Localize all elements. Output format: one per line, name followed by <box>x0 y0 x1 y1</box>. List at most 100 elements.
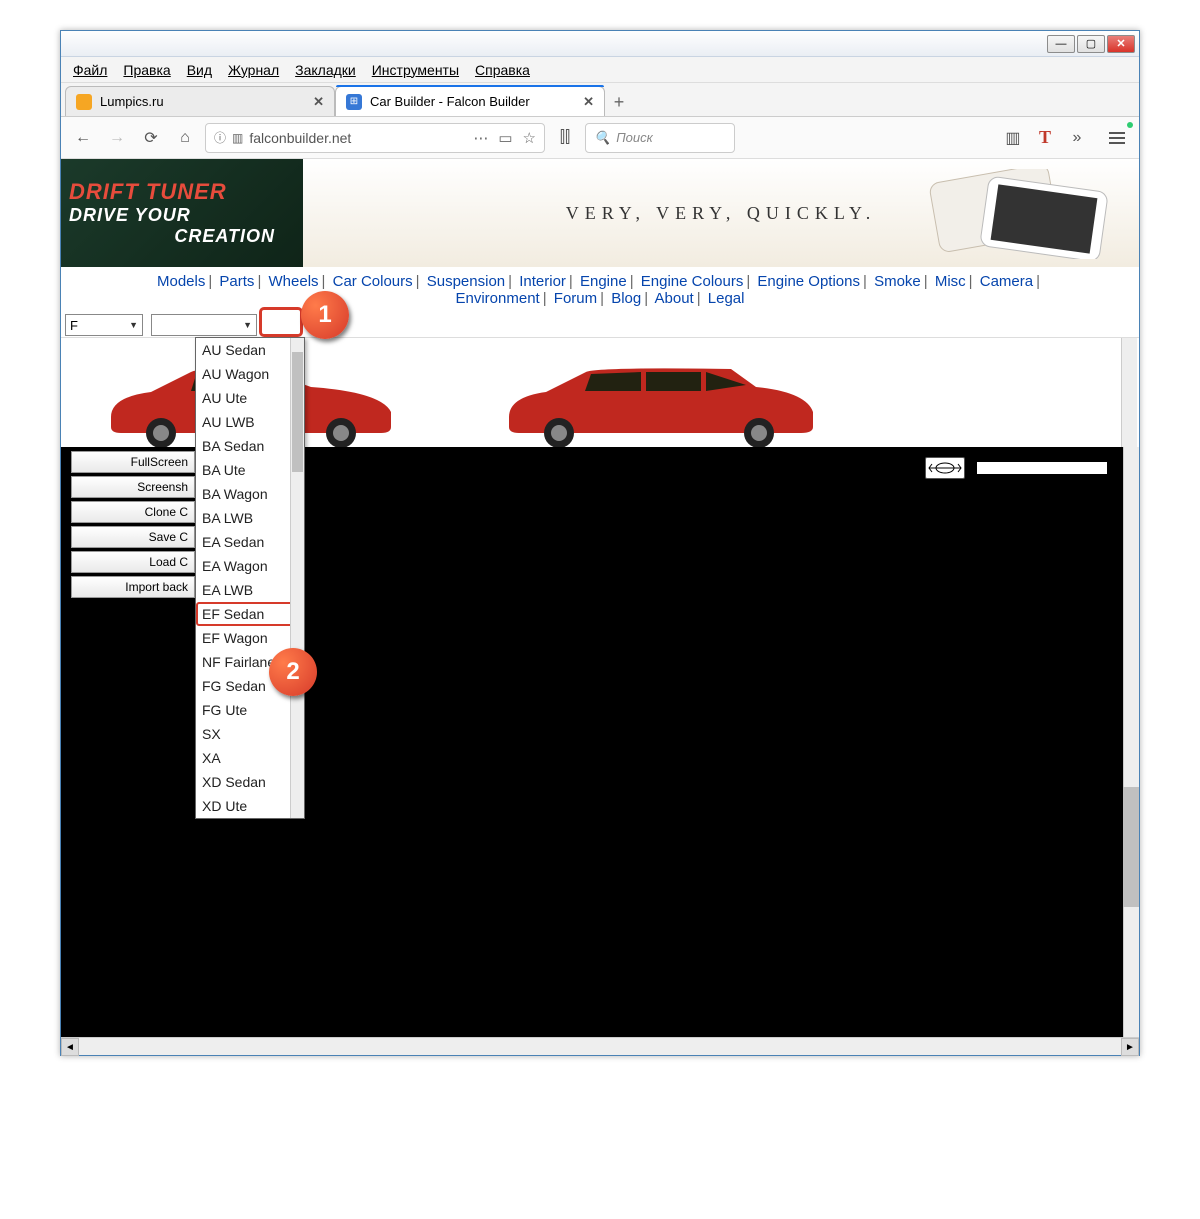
dropdown-item[interactable]: BA LWB <box>196 506 304 530</box>
dropdown-item[interactable]: XD Ute <box>196 794 304 818</box>
dropdown-scrollbar[interactable] <box>290 338 304 818</box>
tab-lumpics[interactable]: Lumpics.ru ✕ <box>65 86 335 116</box>
info-icon[interactable]: ⓘ <box>214 129 226 146</box>
link-about[interactable]: About <box>655 290 694 307</box>
link-engine-colours[interactable]: Engine Colours <box>641 273 744 290</box>
chevron-down-icon: ▼ <box>129 320 138 330</box>
scrollbar-thumb[interactable] <box>292 352 303 472</box>
link-car-colours[interactable]: Car Colours <box>333 273 413 290</box>
hamburger-menu-icon[interactable] <box>1103 124 1131 152</box>
tab-label: Lumpics.ru <box>100 94 164 109</box>
close-button[interactable]: ✕ <box>1107 35 1135 53</box>
save-button[interactable]: Save C <box>71 526 195 548</box>
dropdown-item[interactable]: EA Wagon <box>196 554 304 578</box>
favicon-lumpics <box>76 94 92 110</box>
tab-falconbuilder[interactable]: ⊞ Car Builder - Falcon Builder ✕ <box>335 86 605 116</box>
dropdown-item[interactable]: XA <box>196 746 304 770</box>
dropdown-item[interactable]: EF Wagon <box>196 626 304 650</box>
search-box[interactable]: 🔍 Поиск <box>585 123 735 153</box>
horizontal-scrollbar[interactable]: ◄ ► <box>61 1037 1139 1055</box>
callout-badge-1: 1 <box>301 291 349 339</box>
tab-label: Car Builder - Falcon Builder <box>370 94 530 109</box>
minimize-button[interactable]: — <box>1047 35 1075 53</box>
home-button[interactable]: ⌂ <box>171 124 199 152</box>
sidebar-icon[interactable]: ▥ <box>999 124 1027 152</box>
logo-line-2: DRIVE YOUR <box>69 205 295 226</box>
reader-icon[interactable]: ▭ <box>498 129 512 147</box>
link-suspension[interactable]: Suspension <box>427 273 505 290</box>
scroll-left-button[interactable]: ◄ <box>61 1038 79 1056</box>
car-width-icon[interactable] <box>925 457 965 479</box>
dropdown-item[interactable]: XD Sedan <box>196 770 304 794</box>
link-environment[interactable]: Environment <box>456 290 540 307</box>
link-smoke[interactable]: Smoke <box>874 273 921 290</box>
new-tab-button[interactable]: + <box>605 88 633 116</box>
callout-badge-2: 2 <box>269 648 317 696</box>
dropdown-item[interactable]: BA Sedan <box>196 434 304 458</box>
width-slider[interactable] <box>977 462 1107 474</box>
dropdown-item[interactable]: AU LWB <box>196 410 304 434</box>
make-value: F <box>70 318 78 333</box>
menu-view[interactable]: Вид <box>181 59 218 81</box>
load-button[interactable]: Load C <box>71 551 195 573</box>
menu-bookmarks[interactable]: Закладки <box>289 59 362 81</box>
update-dot-icon <box>1127 122 1133 128</box>
search-placeholder: Поиск <box>616 130 653 145</box>
url-bar[interactable]: ⓘ ▥ falconbuilder.net ⋯ ▭ ☆ <box>205 123 545 153</box>
menu-help[interactable]: Справка <box>469 59 536 81</box>
dropdown-item[interactable]: AU Ute <box>196 386 304 410</box>
url-text: falconbuilder.net <box>249 130 351 146</box>
library-icon[interactable]: ⫿⫿ <box>551 124 579 152</box>
make-select[interactable]: F ▼ <box>65 314 143 336</box>
link-models[interactable]: Models <box>157 273 205 290</box>
screenshot-button[interactable]: Screensh <box>71 476 195 498</box>
dropdown-item[interactable]: EA Sedan <box>196 530 304 554</box>
link-wheels[interactable]: Wheels <box>269 273 319 290</box>
fullscreen-button[interactable]: FullScreen <box>71 451 195 473</box>
link-engine[interactable]: Engine <box>580 273 627 290</box>
tera-extension-icon[interactable]: T <box>1039 127 1051 148</box>
link-parts[interactable]: Parts <box>219 273 254 290</box>
link-interior[interactable]: Interior <box>519 273 566 290</box>
right-controls <box>925 457 1107 479</box>
overflow-icon[interactable]: » <box>1063 124 1091 152</box>
bookmark-star-icon[interactable]: ☆ <box>523 129 536 147</box>
model-select[interactable]: ▼ <box>151 314 257 336</box>
link-misc[interactable]: Misc <box>935 273 966 290</box>
dropdown-item[interactable]: SX <box>196 722 304 746</box>
clone-button[interactable]: Clone C <box>71 501 195 523</box>
dropdown-item[interactable]: AU Wagon <box>196 362 304 386</box>
dropdown-item[interactable]: BA Ute <box>196 458 304 482</box>
scroll-right-button[interactable]: ► <box>1121 1038 1139 1056</box>
maximize-button[interactable]: ▢ <box>1077 35 1105 53</box>
menu-edit[interactable]: Правка <box>117 59 176 81</box>
link-forum[interactable]: Forum <box>554 290 597 307</box>
reload-button[interactable]: ⟳ <box>137 124 165 152</box>
chevron-down-icon: ▼ <box>243 320 252 330</box>
dropdown-item[interactable]: EA LWB <box>196 578 304 602</box>
menu-file[interactable]: Файл <box>67 59 113 81</box>
dropdown-item-highlight[interactable]: EF Sedan <box>196 602 304 626</box>
link-blog[interactable]: Blog <box>611 290 641 307</box>
page-actions-icon[interactable]: ⋯ <box>473 129 488 147</box>
menu-history[interactable]: Журнал <box>222 59 285 81</box>
preview-scrollbar[interactable] <box>1121 338 1137 447</box>
scrollbar-thumb[interactable] <box>1123 787 1139 907</box>
hero-text: VERY, VERY, QUICKLY. <box>566 203 876 224</box>
import-back-button[interactable]: Import back <box>71 576 195 598</box>
page-scrollbar[interactable] <box>1123 447 1139 1037</box>
link-camera[interactable]: Camera <box>980 273 1033 290</box>
link-engine-options[interactable]: Engine Options <box>757 273 860 290</box>
menu-tools[interactable]: Инструменты <box>366 59 465 81</box>
tab-close-icon[interactable]: ✕ <box>313 94 324 110</box>
forward-button[interactable]: → <box>103 124 131 152</box>
tab-close-icon[interactable]: ✕ <box>583 94 594 110</box>
dropdown-item[interactable]: BA Wagon <box>196 482 304 506</box>
logo-line-1: DRIFT TUNER <box>69 179 295 205</box>
drift-tuner-logo[interactable]: DRIFT TUNER DRIVE YOUR CREATION <box>61 159 303 267</box>
callout-ring-1 <box>259 307 303 337</box>
dropdown-item[interactable]: FG Ute <box>196 698 304 722</box>
link-legal[interactable]: Legal <box>708 290 745 307</box>
back-button[interactable]: ← <box>69 124 97 152</box>
dropdown-item[interactable]: AU Sedan <box>196 338 304 362</box>
